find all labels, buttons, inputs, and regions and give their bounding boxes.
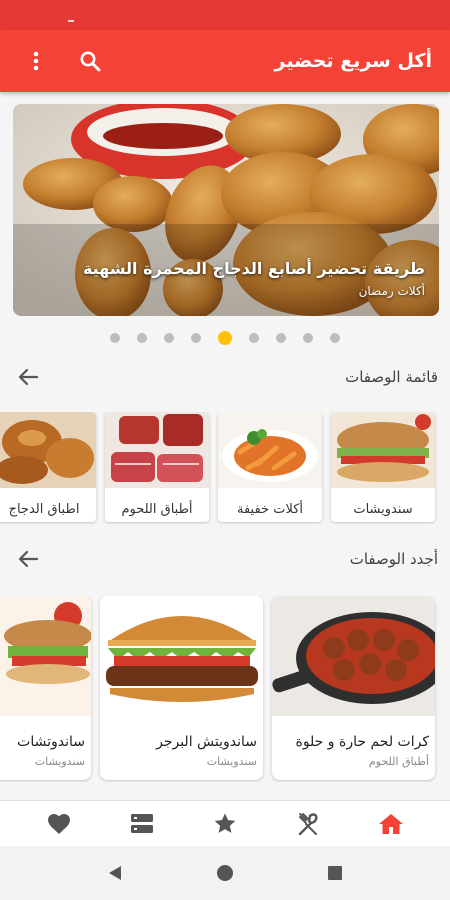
category-image — [105, 412, 209, 488]
recipes-icon[interactable] — [294, 810, 322, 838]
featured-banner[interactable]: طريقة تحضير أصابع الدجاج المحمرة الشهية … — [13, 104, 439, 316]
recipe-image — [100, 596, 263, 716]
carousel-indicator — [0, 330, 450, 345]
category-label: أطباق اللحوم — [121, 501, 193, 517]
category-image — [218, 412, 322, 488]
category-label: سندويشات — [353, 501, 413, 517]
category-card-light-meals[interactable]: أكلات خفيفة — [218, 412, 322, 522]
recipe-category: سندويشات — [206, 755, 257, 768]
categories-list: سندويشات أكلات خفيفة أطباق اللحوم اطباق … — [0, 412, 450, 524]
category-card-sandwiches[interactable]: سندويشات — [331, 412, 435, 522]
carousel-dot[interactable] — [249, 333, 259, 343]
favorites-icon[interactable] — [45, 810, 73, 838]
categories-icon[interactable] — [128, 810, 156, 838]
carousel-dot[interactable] — [330, 333, 340, 343]
banner-caption: طريقة تحضير أصابع الدجاج المحمرة الشهية … — [83, 259, 425, 298]
app-bar: أكل سريع تحضير — [0, 30, 450, 92]
category-label: أكلات خفيفة — [237, 501, 304, 517]
bottom-navigation — [0, 800, 450, 846]
recipe-title: كرات لحم حارة و حلوة — [295, 734, 429, 750]
category-image — [0, 412, 96, 488]
home-icon[interactable] — [377, 810, 405, 838]
more-vert-icon[interactable] — [22, 47, 50, 75]
category-card-chicken[interactable]: اطباق الدجاج — [0, 412, 96, 522]
recipes-heading: أجدد الوصفات — [349, 550, 438, 568]
recipe-image — [0, 596, 91, 716]
recipe-title: ساندوتشات — [17, 734, 85, 750]
home-circle-icon[interactable] — [211, 859, 239, 887]
recipe-card-burger[interactable]: ساندويتش البرجر سندويشات — [100, 596, 263, 780]
carousel-dot[interactable] — [191, 333, 201, 343]
carousel-dot[interactable] — [276, 333, 286, 343]
star-icon[interactable] — [211, 810, 239, 838]
carousel-dot[interactable] — [137, 333, 147, 343]
recipe-title: ساندويتش البرجر — [156, 734, 257, 750]
carousel-dot[interactable] — [164, 333, 174, 343]
system-navigation — [0, 846, 450, 900]
search-icon[interactable] — [76, 47, 104, 75]
recipe-card-sandwiches[interactable]: ساندوتشات سندويشات — [0, 596, 91, 780]
category-card-meat[interactable]: أطباق اللحوم — [105, 412, 209, 522]
recipe-card-meatballs[interactable]: كرات لحم حارة و حلوة أطباق اللحوم — [272, 596, 435, 780]
category-image — [331, 412, 435, 488]
carousel-dot[interactable] — [303, 333, 313, 343]
status-indicator — [68, 20, 74, 22]
arrow-back-icon[interactable] — [14, 545, 42, 573]
banner-title: طريقة تحضير أصابع الدجاج المحمرة الشهية — [82, 259, 425, 278]
category-label: اطباق الدجاج — [8, 501, 80, 517]
banner-subtitle: أكلات رمضان — [358, 284, 425, 298]
categories-heading: قائمة الوصفات — [345, 368, 438, 386]
recipe-category: أطباق اللحوم — [368, 755, 429, 768]
app-bar-actions — [22, 47, 104, 75]
categories-header: قائمة الوصفات — [0, 362, 450, 392]
app-title: أكل سريع تحضير — [274, 50, 433, 72]
arrow-back-icon[interactable] — [14, 363, 42, 391]
recipe-image — [272, 596, 435, 716]
carousel-dot-active[interactable] — [218, 331, 232, 345]
recipe-category: سندويشات — [34, 755, 85, 768]
recents-icon[interactable] — [321, 859, 349, 887]
recipes-header: أجدد الوصفات — [0, 544, 450, 574]
back-icon[interactable] — [101, 859, 129, 887]
status-bar — [0, 0, 450, 30]
recipes-list: كرات لحم حارة و حلوة أطباق اللحوم ساندوي… — [0, 596, 450, 782]
carousel-dot[interactable] — [110, 333, 120, 343]
